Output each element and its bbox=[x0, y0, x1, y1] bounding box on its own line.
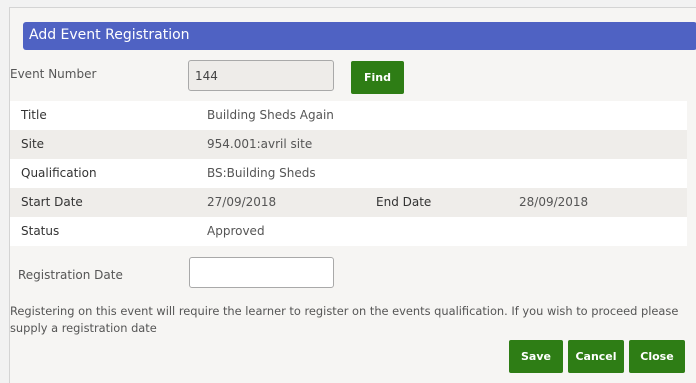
end-date-label: End Date bbox=[376, 195, 432, 209]
dialog-title: Add Event Registration bbox=[29, 27, 190, 43]
close-button[interactable]: Close bbox=[629, 340, 685, 373]
cancel-button[interactable]: Cancel bbox=[568, 340, 624, 373]
event-details-table: Title Building Sheds Again Site 954.001:… bbox=[10, 101, 687, 246]
title-value: Building Sheds Again bbox=[207, 108, 334, 122]
end-date-value: 28/09/2018 bbox=[519, 195, 589, 209]
site-value: 954.001:avril site bbox=[207, 137, 313, 151]
start-date-value: 27/09/2018 bbox=[207, 195, 277, 209]
save-button[interactable]: Save bbox=[509, 340, 563, 373]
title-label: Title bbox=[21, 108, 47, 122]
registration-date-input[interactable] bbox=[189, 257, 334, 288]
registration-info-text: Registering on this event will require t… bbox=[10, 304, 679, 335]
details-row-dates: Start Date 27/09/2018 End Date 28/09/201… bbox=[10, 188, 687, 217]
details-row-site: Site 954.001:avril site bbox=[10, 130, 687, 159]
details-row-title: Title Building Sheds Again bbox=[10, 101, 687, 130]
start-date-label: Start Date bbox=[21, 195, 83, 209]
details-row-qualification: Qualification BS:Building Sheds bbox=[10, 159, 687, 188]
event-number-input[interactable] bbox=[188, 60, 334, 91]
qualification-value: BS:Building Sheds bbox=[207, 166, 316, 180]
qualification-label: Qualification bbox=[21, 166, 97, 180]
event-number-label: Event Number bbox=[10, 67, 97, 81]
details-row-status: Status Approved bbox=[10, 217, 687, 246]
find-button[interactable]: Find bbox=[351, 61, 404, 94]
site-label: Site bbox=[21, 137, 45, 151]
dialog-title-bar: Add Event Registration bbox=[23, 22, 696, 50]
registration-date-label: Registration Date bbox=[18, 268, 123, 282]
status-value: Approved bbox=[207, 224, 265, 238]
status-label: Status bbox=[21, 224, 60, 238]
